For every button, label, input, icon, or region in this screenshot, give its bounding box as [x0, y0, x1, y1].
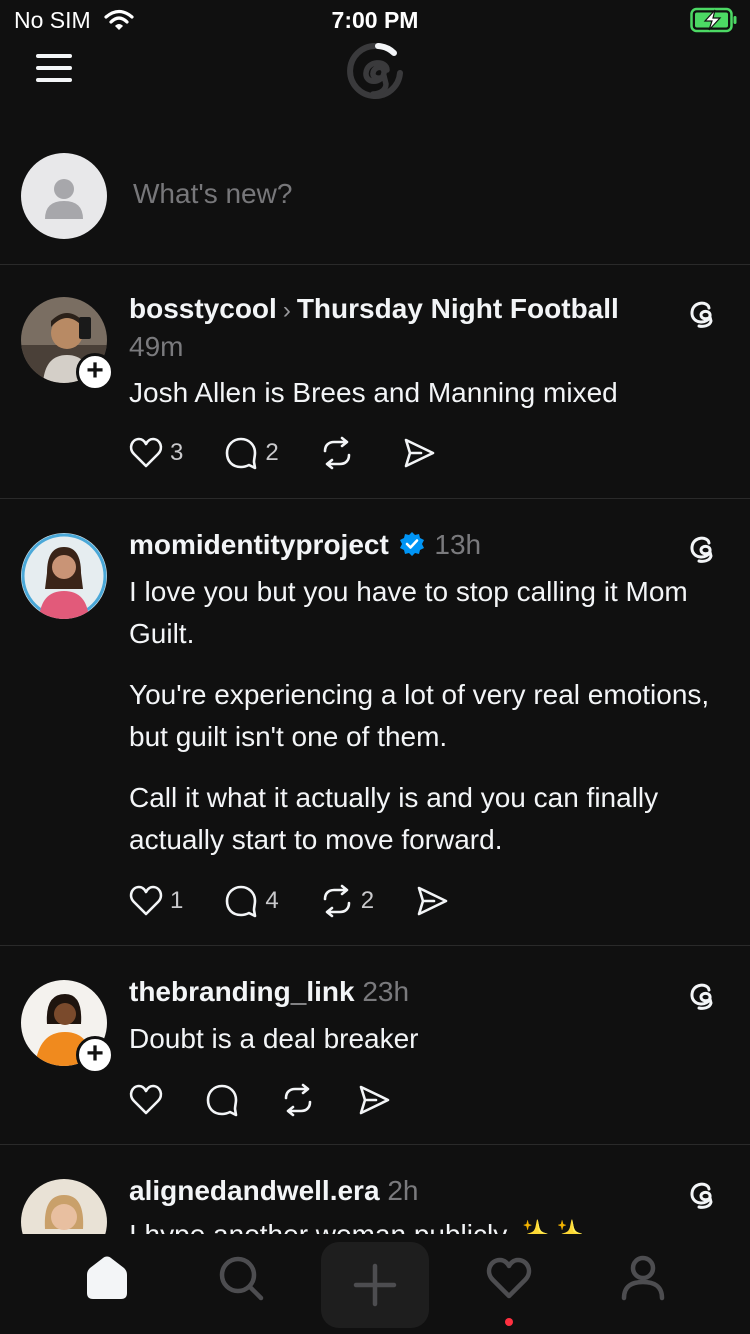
app-header	[0, 40, 750, 120]
reply-button[interactable]: 4	[223, 883, 279, 919]
post-body: Josh Allen is Brees and Manning mixed	[129, 372, 726, 433]
plus-icon	[353, 1263, 397, 1307]
thread-post[interactable]: alignedandwell.era 2h I hype another wom…	[0, 1146, 750, 1234]
comment-icon	[206, 1084, 238, 1117]
repost-icon	[323, 436, 351, 470]
heart-icon	[129, 437, 163, 468]
reply-count: 4	[265, 887, 279, 914]
notification-dot	[505, 1318, 513, 1326]
post-actions: 1 4 2	[128, 881, 490, 921]
post-paragraph: Josh Allen is Brees and Manning mixed	[129, 377, 618, 408]
tab-compose[interactable]	[321, 1242, 429, 1328]
post-time: 2h	[387, 1175, 419, 1206]
clock: 7:00 PM	[331, 7, 419, 33]
heart-icon	[486, 1257, 532, 1299]
share-button[interactable]	[401, 435, 437, 471]
username[interactable]: bosstycool	[129, 293, 277, 324]
battery-charging-icon	[690, 7, 737, 33]
post-paragraph: I love you but you have to stop calling …	[129, 576, 688, 649]
repost-button[interactable]	[280, 1082, 316, 1118]
send-icon	[359, 1085, 390, 1115]
like-count: 1	[170, 887, 184, 914]
menu-icon-line	[36, 54, 72, 58]
tab-activity[interactable]	[477, 1248, 541, 1308]
post-header: thebranding_link 23h	[129, 974, 670, 1010]
threads-icon	[690, 536, 713, 563]
avatar[interactable]	[21, 1179, 107, 1234]
reply-button[interactable]	[204, 1082, 240, 1118]
threads-icon	[690, 301, 713, 328]
threads-icon	[690, 1182, 713, 1209]
comment-icon	[226, 437, 257, 470]
heart-icon	[129, 1084, 163, 1115]
search-icon	[219, 1256, 264, 1301]
repost-icon	[323, 884, 351, 918]
username[interactable]: thebranding_link	[129, 976, 355, 1007]
send-icon	[417, 886, 448, 916]
menu-button[interactable]	[36, 52, 76, 84]
repost-button[interactable]	[319, 435, 361, 471]
home-icon	[87, 1256, 127, 1299]
post-time: 13h	[434, 529, 482, 560]
user-placeholder-icon	[45, 179, 83, 219]
post-header: bosstycool › Thursday Night Football 49m	[129, 291, 670, 365]
repost-button[interactable]: 2	[319, 883, 374, 919]
tab-home[interactable]	[75, 1248, 139, 1308]
post-body: I hype another woman publicly ✨✨	[129, 1214, 726, 1234]
avatar[interactable]	[21, 533, 107, 619]
follow-button[interactable]: +	[76, 1036, 114, 1074]
topic-tag[interactable]: Thursday Night Football	[297, 293, 619, 324]
post-time: 49m	[129, 331, 184, 362]
composer-placeholder[interactable]: What's new?	[133, 178, 292, 210]
post-actions: 3 2	[128, 433, 477, 473]
profile-icon	[621, 1255, 665, 1301]
heart-icon	[129, 885, 163, 916]
username[interactable]: alignedandwell.era	[129, 1175, 380, 1206]
share-button[interactable]	[414, 883, 450, 919]
thread-post[interactable]: + thebranding_link 23h Doubt is a deal b…	[0, 947, 750, 1145]
like-button[interactable]: 1	[128, 883, 183, 919]
reply-count: 2	[265, 439, 279, 466]
post-body: I love you but you have to stop calling …	[129, 571, 726, 880]
menu-icon-line	[36, 78, 72, 82]
status-bar: No SIM 7:00 PM	[0, 0, 750, 40]
post-body: Doubt is a deal breaker	[129, 1018, 726, 1079]
post-paragraph: Doubt is a deal breaker	[129, 1023, 419, 1054]
send-icon	[404, 438, 435, 468]
like-button[interactable]	[128, 1082, 164, 1118]
post-header: momidentityproject 13h	[129, 527, 670, 563]
user-avatar	[21, 153, 107, 239]
thread-post[interactable]: + bosstycool › Thursday Night Football 49m…	[0, 265, 750, 499]
chevron-right-icon: ›	[282, 297, 291, 324]
post-paragraph: You're experiencing a lot of very real e…	[129, 679, 710, 752]
threads-logo-icon[interactable]	[342, 40, 408, 106]
new-thread-composer[interactable]: What's new?	[0, 150, 750, 265]
threads-icon	[690, 983, 713, 1010]
share-button[interactable]	[356, 1082, 392, 1118]
post-header: alignedandwell.era 2h	[129, 1173, 670, 1209]
comment-icon	[226, 885, 257, 918]
username[interactable]: momidentityproject	[129, 529, 389, 560]
reply-button[interactable]: 2	[223, 435, 279, 471]
tab-profile[interactable]	[611, 1248, 675, 1308]
like-button[interactable]: 3	[128, 435, 183, 471]
menu-icon-line	[36, 66, 72, 70]
post-paragraph: Call it what it actually is and you can …	[129, 782, 659, 855]
follow-button[interactable]: +	[76, 353, 114, 391]
thread-post[interactable]: momidentityproject 13h I love you but yo…	[0, 500, 750, 946]
tab-search[interactable]	[209, 1248, 273, 1308]
post-actions	[128, 1080, 432, 1120]
like-count: 3	[170, 439, 184, 466]
bottom-tab-bar	[0, 1234, 750, 1334]
post-time: 23h	[362, 976, 410, 1007]
post-paragraph: I hype another woman publicly ✨✨	[129, 1214, 726, 1234]
verified-badge-icon	[399, 532, 424, 556]
repost-icon	[284, 1083, 312, 1117]
repost-count: 2	[360, 887, 375, 914]
